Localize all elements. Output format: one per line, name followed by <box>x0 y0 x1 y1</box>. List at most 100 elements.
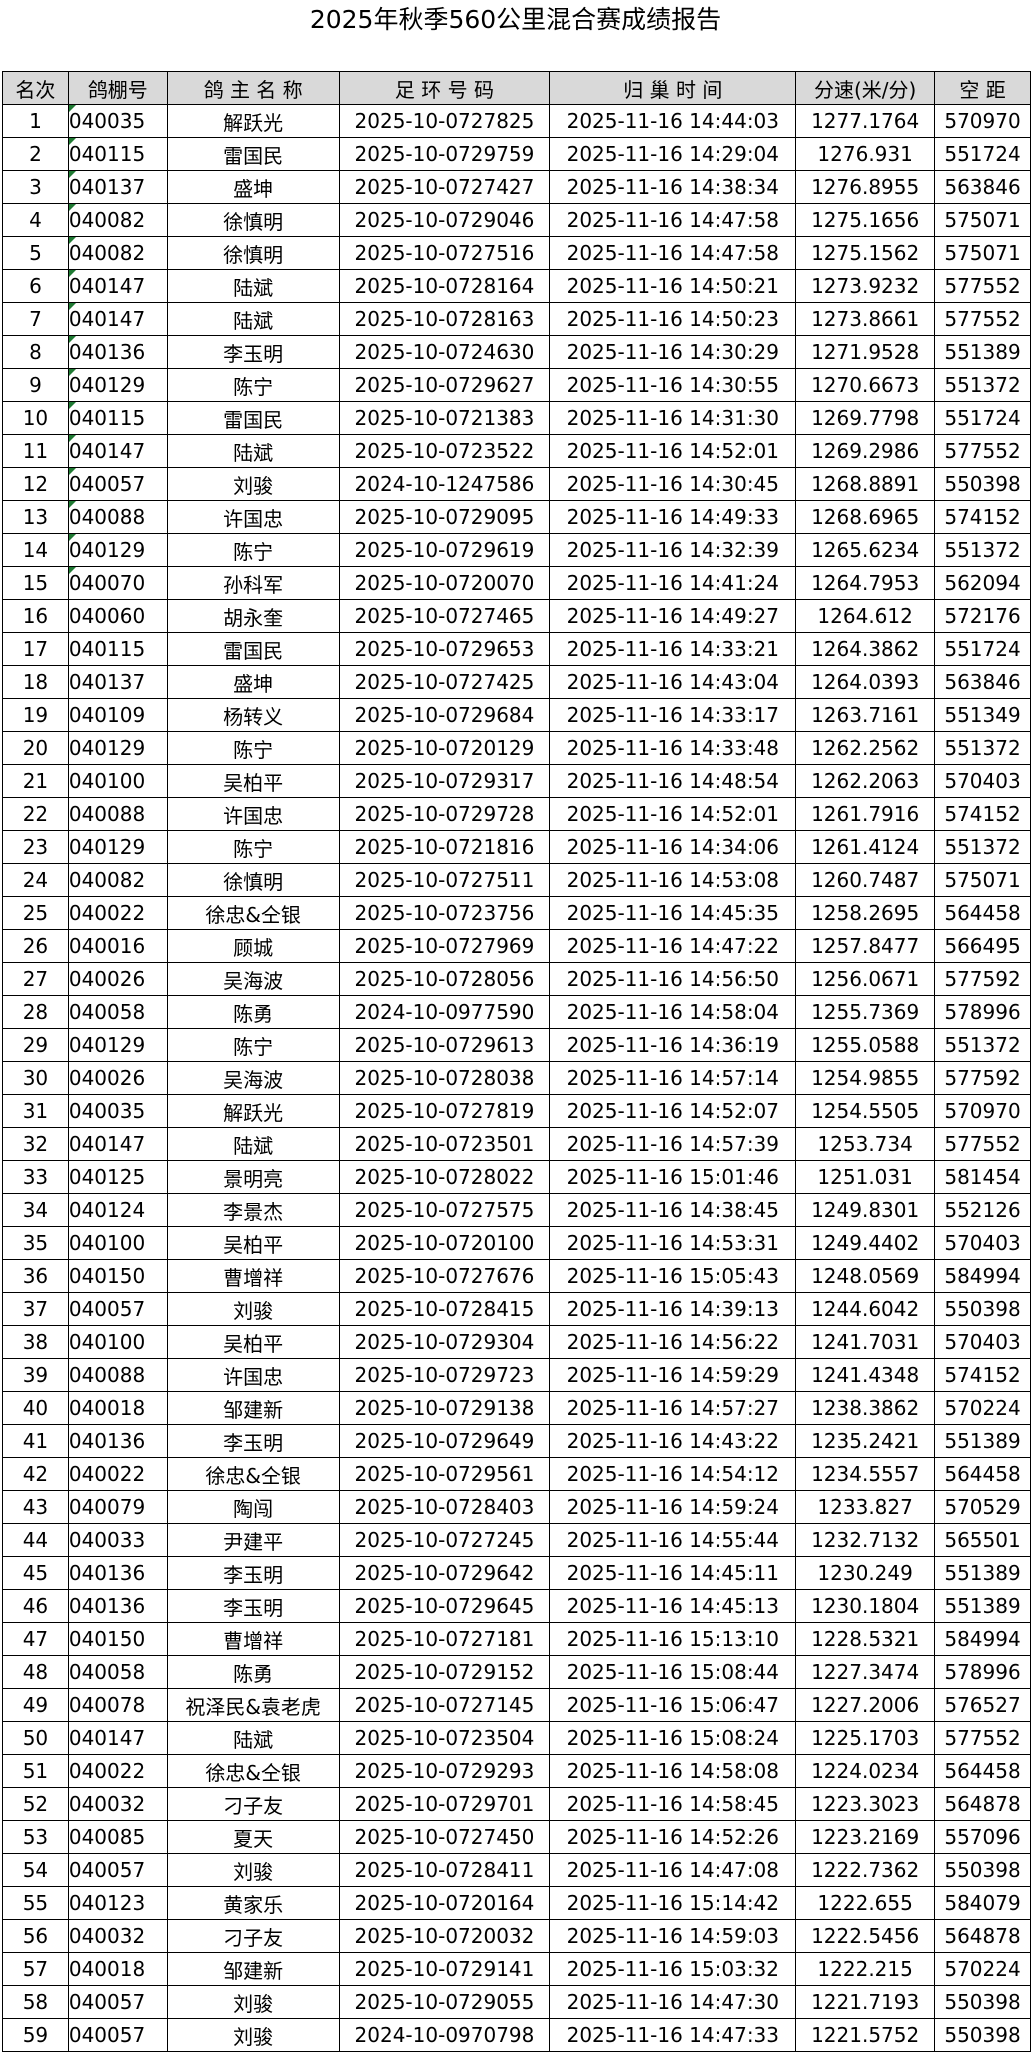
rank-cell: 2 <box>2 137 69 171</box>
speed-cell: 1265.6234 <box>795 533 936 567</box>
loft-id-cell: 040115 <box>67 632 168 666</box>
cell-marker-icon <box>69 270 76 277</box>
owner-name-cell: 许国忠 <box>166 500 340 534</box>
arrival-time-cell: 2025-11-16 14:57:14 <box>549 1061 797 1095</box>
distance-cell: 551372 <box>934 731 1031 765</box>
table-row: 38 040100 吴柏平 2025-10-0729304 2025-11-16 14:… <box>2 1325 1031 1359</box>
loft-id-cell: 040035 <box>67 104 168 138</box>
rank-cell: 14 <box>2 533 69 567</box>
owner-name-cell: 陈宁 <box>166 731 340 765</box>
speed-cell: 1222.7362 <box>795 1853 936 1887</box>
loft-id-text: 040136 <box>68 340 146 364</box>
ring-number-cell: 2025-10-0720164 <box>338 1886 551 1920</box>
loft-id-cell: 040123 <box>67 1886 168 1920</box>
arrival-time-cell: 2025-11-16 14:38:34 <box>549 170 797 204</box>
rank-cell: 55 <box>2 1886 69 1920</box>
arrival-time-cell: 2025-11-16 14:47:33 <box>549 2018 797 2052</box>
loft-id-text: 040129 <box>68 1033 146 1057</box>
cell-marker-icon <box>69 435 76 442</box>
ring-number-cell: 2025-10-0721383 <box>338 401 551 435</box>
owner-name-cell: 吴海波 <box>166 962 340 996</box>
rank-cell: 50 <box>2 1721 69 1755</box>
arrival-time-cell: 2025-11-16 14:59:29 <box>549 1358 797 1392</box>
loft-id-text: 040137 <box>68 175 146 199</box>
owner-name-cell: 雷国民 <box>166 137 340 171</box>
table-row: 34 040124 李景杰 2025-10-0727575 2025-11-16 14:… <box>2 1193 1031 1227</box>
owner-name-cell: 李玉明 <box>166 1556 340 1590</box>
rank-cell: 40 <box>2 1391 69 1425</box>
rank-cell: 7 <box>2 302 69 336</box>
loft-id-text: 040022 <box>68 1759 146 1783</box>
table-row: 51 040022 徐忠&仝银 2025-10-0729293 2025-11-16 1… <box>2 1754 1031 1788</box>
rank-cell: 35 <box>2 1226 69 1260</box>
speed-cell: 1238.3862 <box>795 1391 936 1425</box>
ring-number-cell: 2025-10-0729055 <box>338 1985 551 2019</box>
distance-cell: 551389 <box>934 1589 1031 1623</box>
loft-id-cell: 040085 <box>67 1820 168 1854</box>
loft-id-cell: 040147 <box>67 1127 168 1161</box>
cell-marker-icon <box>69 567 76 574</box>
col-header-ring: 足 环 号 码 <box>338 71 551 105</box>
table-row: 4 040082 徐慎明 2025-10-0729046 2025-11-16 14:4… <box>2 203 1031 237</box>
distance-cell: 584994 <box>934 1622 1031 1656</box>
loft-id-cell: 040129 <box>67 533 168 567</box>
arrival-time-cell: 2025-11-16 14:44:03 <box>549 104 797 138</box>
speed-cell: 1260.7487 <box>795 863 936 897</box>
loft-id-cell: 040057 <box>67 1985 168 2019</box>
arrival-time-cell: 2025-11-16 14:50:21 <box>549 269 797 303</box>
owner-name-cell: 吴海波 <box>166 1061 340 1095</box>
loft-id-cell: 040100 <box>67 1226 168 1260</box>
distance-cell: 551372 <box>934 830 1031 864</box>
arrival-time-cell: 2025-11-16 14:43:04 <box>549 665 797 699</box>
col-header-time: 归 巢 时 间 <box>549 71 797 105</box>
ring-number-cell: 2025-10-0727245 <box>338 1523 551 1557</box>
arrival-time-cell: 2025-11-16 14:45:35 <box>549 896 797 930</box>
ring-number-cell: 2025-10-0723522 <box>338 434 551 468</box>
arrival-time-cell: 2025-11-16 14:58:04 <box>549 995 797 1029</box>
table-row: 36 040150 曹增祥 2025-10-0727676 2025-11-16 15:… <box>2 1259 1031 1293</box>
owner-name-cell: 陶闯 <box>166 1490 340 1524</box>
loft-id-text: 040032 <box>68 1924 146 1948</box>
table-row: 55 040123 黄家乐 2025-10-0720164 2025-11-16 15:… <box>2 1886 1031 1920</box>
speed-cell: 1262.2063 <box>795 764 936 798</box>
loft-id-cell: 040022 <box>67 1457 168 1491</box>
table-row: 16 040060 胡永奎 2025-10-0727465 2025-11-16 14:… <box>2 599 1031 633</box>
arrival-time-cell: 2025-11-16 14:47:58 <box>549 203 797 237</box>
arrival-time-cell: 2025-11-16 14:36:19 <box>549 1028 797 1062</box>
loft-id-cell: 040060 <box>67 599 168 633</box>
speed-cell: 1264.0393 <box>795 665 936 699</box>
loft-id-text: 040147 <box>68 439 146 463</box>
loft-id-text: 040147 <box>68 274 146 298</box>
speed-cell: 1222.655 <box>795 1886 936 1920</box>
distance-cell: 575071 <box>934 236 1031 270</box>
ring-number-cell: 2025-10-0727676 <box>338 1259 551 1293</box>
table-row: 52 040032 刁子友 2025-10-0729701 2025-11-16 14:… <box>2 1787 1031 1821</box>
table-row: 6 040147 陆斌 2025-10-0728164 2025-11-16 14:50… <box>2 269 1031 303</box>
table-row: 42 040022 徐忠&仝银 2025-10-0729561 2025-11-16 1… <box>2 1457 1031 1491</box>
speed-cell: 1271.9528 <box>795 335 936 369</box>
loft-id-text: 040082 <box>68 208 146 232</box>
speed-cell: 1275.1562 <box>795 236 936 270</box>
distance-cell: 550398 <box>934 1985 1031 2019</box>
ring-number-cell: 2025-10-0727181 <box>338 1622 551 1656</box>
distance-cell: 552126 <box>934 1193 1031 1227</box>
owner-name-cell: 陆斌 <box>166 302 340 336</box>
ring-number-cell: 2025-10-0727825 <box>338 104 551 138</box>
loft-id-cell: 040070 <box>67 566 168 600</box>
table-row: 30 040026 吴海波 2025-10-0728038 2025-11-16 14:… <box>2 1061 1031 1095</box>
ring-number-cell: 2025-10-0728415 <box>338 1292 551 1326</box>
ring-number-cell: 2025-10-0728411 <box>338 1853 551 1887</box>
cell-marker-icon <box>69 204 76 211</box>
owner-name-cell: 雷国民 <box>166 632 340 666</box>
rank-cell: 25 <box>2 896 69 930</box>
ring-number-cell: 2025-10-0727516 <box>338 236 551 270</box>
speed-cell: 1261.7916 <box>795 797 936 831</box>
table-row: 10 040115 雷国民 2025-10-0721383 2025-11-16 14:… <box>2 401 1031 435</box>
arrival-time-cell: 2025-11-16 14:45:13 <box>549 1589 797 1623</box>
speed-cell: 1224.0234 <box>795 1754 936 1788</box>
distance-cell: 564458 <box>934 1754 1031 1788</box>
ring-number-cell: 2024-10-0970798 <box>338 2018 551 2052</box>
arrival-time-cell: 2025-11-16 14:52:07 <box>549 1094 797 1128</box>
rank-cell: 37 <box>2 1292 69 1326</box>
speed-cell: 1221.7193 <box>795 1985 936 2019</box>
